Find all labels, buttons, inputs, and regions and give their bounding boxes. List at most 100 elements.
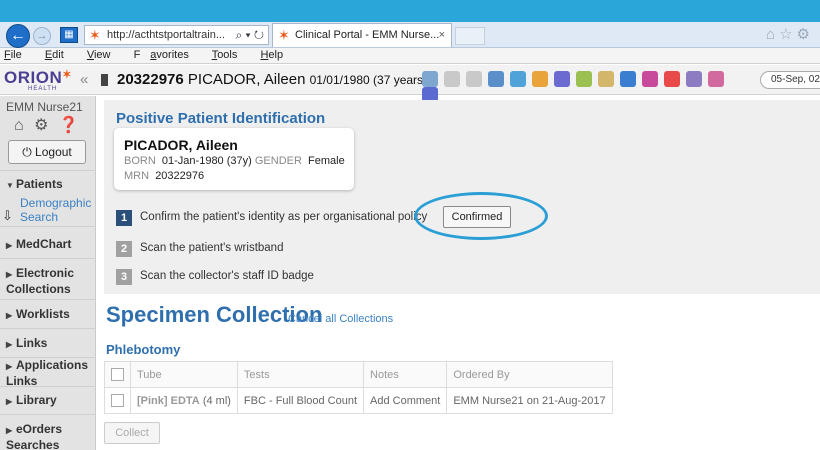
select-all-checkbox[interactable] xyxy=(111,368,124,381)
caret-right-icon: ▶ xyxy=(6,311,13,320)
logo-star-icon: ✶ xyxy=(62,69,72,81)
sidebar-item-medchart[interactable]: ▶ MedChart xyxy=(6,237,71,253)
help-icon[interactable] xyxy=(620,71,636,87)
record-icon[interactable] xyxy=(466,71,482,87)
col-tests: Tests xyxy=(236,361,365,388)
tab-close-icon[interactable]: × xyxy=(439,24,445,46)
patient-banner[interactable]: 20322976 PICADOR, Aileen 01/01/1980 (37 … xyxy=(117,71,438,88)
patient-firstname: , Aileen xyxy=(256,71,310,88)
stethoscope-icon[interactable] xyxy=(510,71,526,87)
step-number: 3 xyxy=(116,269,132,285)
date-display[interactable]: 05-Sep, 02:42 xyxy=(760,71,820,89)
divider xyxy=(0,226,96,227)
patient-id: 20322976 xyxy=(117,71,188,88)
forward-arrow-icon[interactable]: → xyxy=(33,27,51,45)
check-icon[interactable] xyxy=(642,71,658,87)
user-icons[interactable]: ⌂ ⚙ ❓ xyxy=(14,115,82,135)
sidebar-item-library[interactable]: ▶ Library xyxy=(6,393,57,409)
orion-logo: ORION✶ xyxy=(4,68,72,87)
badge-icon[interactable] xyxy=(664,71,680,87)
sidebar-item-links[interactable]: ▶ Links xyxy=(6,336,47,352)
caret-right-icon: ▶ xyxy=(6,241,13,250)
step-text: Confirm the patient's identity as per or… xyxy=(140,211,428,223)
vial-icon[interactable] xyxy=(686,71,702,87)
menu-favorites[interactable]: Favorites xyxy=(134,49,199,61)
screen-icon[interactable] xyxy=(422,71,438,87)
header-toolbar xyxy=(422,71,747,103)
step-number: 2 xyxy=(116,241,132,257)
menu-bar: File Edit View Favorites Tools Help xyxy=(0,48,820,64)
collect-button[interactable]: Collect xyxy=(104,422,160,444)
patient-banner-icon xyxy=(101,74,108,86)
table-row: [Pink] EDTA (4 ml) FBC - Full Blood Coun… xyxy=(104,387,613,414)
divider xyxy=(0,258,96,259)
sidebar-item-electronic-collections[interactable]: ▶ Electronic Collections xyxy=(6,266,90,296)
tab-favicon-icon: ✶ xyxy=(278,27,290,43)
app-header: ORION✶ HEALTH « 20322976 PICADOR, Aileen… xyxy=(0,65,820,103)
sidebar-item-applications-links[interactable]: ▶ Applications Links xyxy=(6,358,92,388)
menu-file[interactable]: File xyxy=(4,49,32,61)
collapse-sidebar-icon[interactable]: « xyxy=(80,71,88,88)
caret-down-icon: ▼ xyxy=(6,181,14,190)
chart-icon[interactable] xyxy=(576,71,592,87)
pointer-cursor-icon: ⇩ xyxy=(2,208,13,223)
caret-right-icon: ▶ xyxy=(6,397,13,406)
select-all-checkbox-cell xyxy=(104,361,131,388)
browser-nav-bar: ← → ▦ ✶ http://acthtstportaltrain... ⌕ ▾… xyxy=(0,22,820,48)
ordered-by-cell: EMM Nurse21 on 21-Aug-2017 xyxy=(446,387,613,414)
menu-view[interactable]: View xyxy=(87,49,121,61)
browser-toolbar-icons[interactable]: ⌂☆⚙ xyxy=(766,25,814,43)
sidebar-item-demographic-search[interactable]: Demographic Search xyxy=(20,196,91,224)
step-text: Scan the collector's staff ID badge xyxy=(140,270,314,282)
note-icon[interactable] xyxy=(598,71,614,87)
tube-volume: (4 ml) xyxy=(202,394,231,407)
menu-edit[interactable]: Edit xyxy=(45,49,74,61)
col-tube: Tube xyxy=(130,361,238,388)
record-icon[interactable] xyxy=(444,71,460,87)
site-favicon-icon: ✶ xyxy=(89,27,101,43)
patient-card-mrn: MRN 20322976 xyxy=(124,170,205,182)
tab-title: Clinical Portal - EMM Nurse... xyxy=(295,29,440,41)
patient-dob: 01/01/1980 (37 years) F xyxy=(309,73,438,87)
cancel-all-collections-link[interactable]: Cancel all Collections xyxy=(288,313,393,325)
confirmed-button[interactable]: Confirmed xyxy=(443,206,511,228)
pen-icon[interactable] xyxy=(554,71,570,87)
divider xyxy=(0,170,96,171)
menu-help[interactable]: Help xyxy=(260,49,293,61)
caret-right-icon: ▶ xyxy=(6,426,13,435)
row-checkbox[interactable] xyxy=(111,394,124,407)
caret-right-icon: ▶ xyxy=(6,362,13,371)
caret-right-icon: ▶ xyxy=(6,340,13,349)
menu-tools[interactable]: Tools xyxy=(212,49,248,61)
address-controls[interactable]: ⌕ ▾ ↻ xyxy=(235,26,264,44)
patient-card: PICADOR, Aileen BORN 01-Jan-1980 (37y) G… xyxy=(114,128,354,190)
specimen-table: Tube Tests Notes Ordered By [Pink] EDTA … xyxy=(104,361,613,414)
tube-cell: [Pink] EDTA (4 ml) xyxy=(130,387,238,414)
browser-title-bar xyxy=(0,0,820,22)
ppid-panel: Positive Patient Identification PICADOR,… xyxy=(104,100,820,294)
add-comment-link[interactable]: Add Comment xyxy=(363,387,448,414)
row-checkbox-cell xyxy=(104,387,131,414)
new-tab-button[interactable] xyxy=(455,27,485,45)
sidebar-item-patients[interactable]: ▼ Patients xyxy=(6,177,63,193)
phlebotomy-heading: Phlebotomy xyxy=(106,342,181,357)
compatibility-icon[interactable]: ▦ xyxy=(60,27,78,43)
monitor-icon[interactable] xyxy=(488,71,504,87)
divider xyxy=(0,414,96,415)
logout-button[interactable]: ⏻ Logout xyxy=(8,140,86,164)
sidebar-item-worklists[interactable]: ▶ Worklists xyxy=(6,307,70,323)
back-arrow-icon[interactable]: ← xyxy=(6,24,30,48)
graph-icon[interactable] xyxy=(708,71,724,87)
patient-card-born: BORN 01-Jan-1980 (37y) GENDER Female xyxy=(124,155,345,167)
folder-icon[interactable] xyxy=(532,71,548,87)
address-bar[interactable]: ✶ http://acthtstportaltrain... ⌕ ▾ ↻ xyxy=(84,25,269,45)
sidebar-item-eorders-searches[interactable]: ▶ eOrders Searches xyxy=(6,422,86,450)
ppid-title: Positive Patient Identification xyxy=(116,110,326,127)
divider xyxy=(0,299,96,300)
divider xyxy=(0,328,96,329)
patient-card-name: PICADOR, Aileen xyxy=(124,137,238,153)
browser-tab[interactable]: ✶ Clinical Portal - EMM Nurse... × xyxy=(272,23,452,47)
caret-right-icon: ▶ xyxy=(6,270,13,279)
sidebar: EMM Nurse21 ⌂ ⚙ ❓ ⏻ Logout ▼ Patients Dem… xyxy=(0,96,96,450)
table-header-row: Tube Tests Notes Ordered By xyxy=(104,361,613,388)
